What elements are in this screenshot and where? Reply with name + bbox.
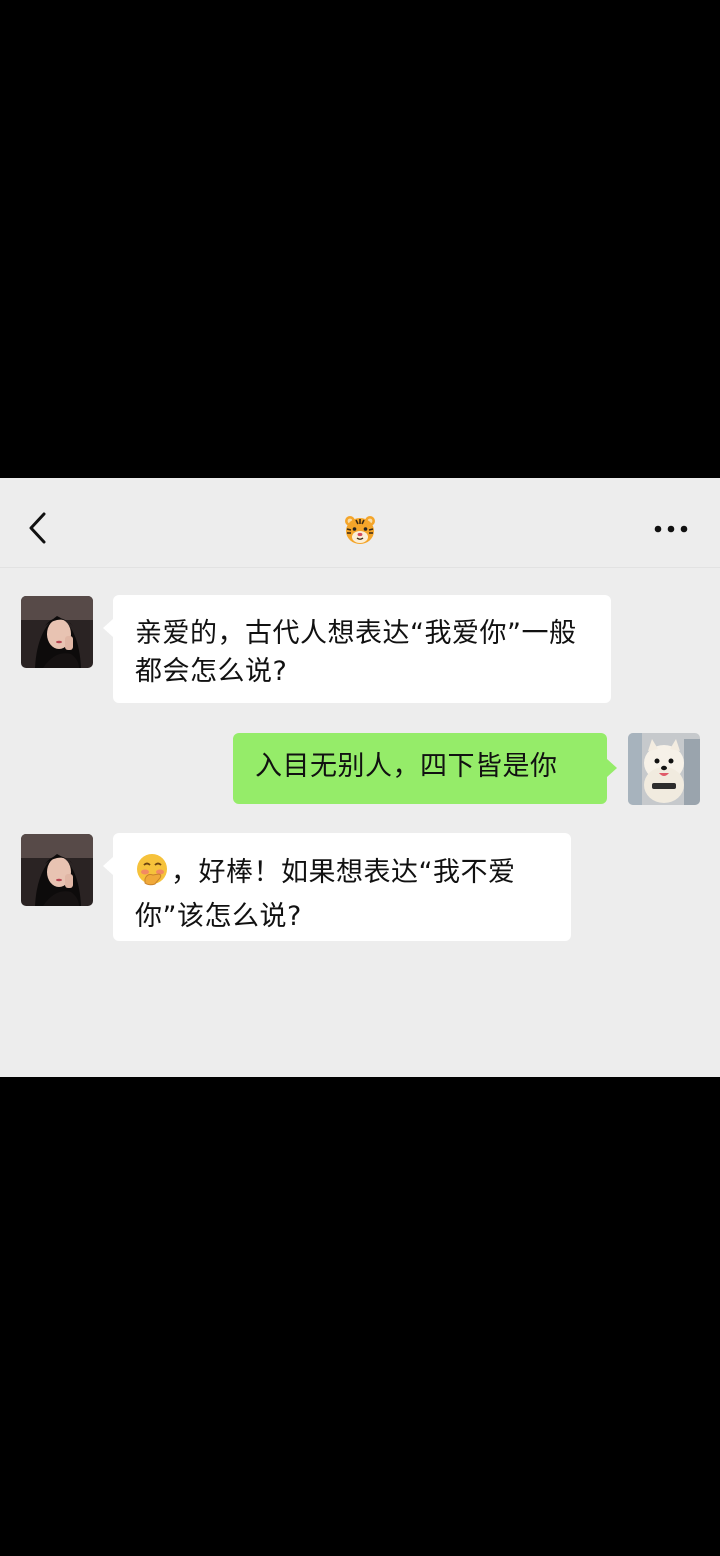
girl-avatar-image [21, 596, 93, 668]
my-avatar[interactable] [628, 733, 700, 805]
chat-screen: 亲爱的，古代人想表达“我爱你”一般都会怎么说? 入目无别人，四下皆是你 ，好棒！… [0, 478, 720, 1077]
message-text: ，好棒！如果想表达“我不爱你”该怎么说? [135, 857, 516, 932]
tiger-face-icon [345, 516, 375, 544]
more-dots-icon [654, 525, 688, 533]
blushing-hand-over-mouth-emoji [135, 853, 169, 898]
contact-avatar[interactable] [21, 834, 93, 906]
contact-avatar[interactable] [21, 596, 93, 668]
incoming-message-bubble[interactable]: ，好棒！如果想表达“我不爱你”该怎么说? [103, 833, 571, 941]
chat-title-tiger-emoji [330, 508, 390, 552]
more-button[interactable] [648, 512, 694, 546]
girl-avatar-image [21, 834, 93, 906]
back-button[interactable] [18, 508, 58, 548]
outgoing-message-bubble[interactable]: 入目无别人，四下皆是你 [233, 733, 617, 804]
nav-bar [0, 478, 720, 568]
dog-avatar-image [628, 733, 700, 805]
chevron-left-icon [29, 512, 46, 544]
incoming-message-bubble[interactable]: 亲爱的，古代人想表达“我爱你”一般都会怎么说? [103, 595, 611, 703]
message-text: 亲爱的，古代人想表达“我爱你”一般都会怎么说? [135, 618, 577, 687]
message-text: 入目无别人，四下皆是你 [255, 751, 558, 782]
